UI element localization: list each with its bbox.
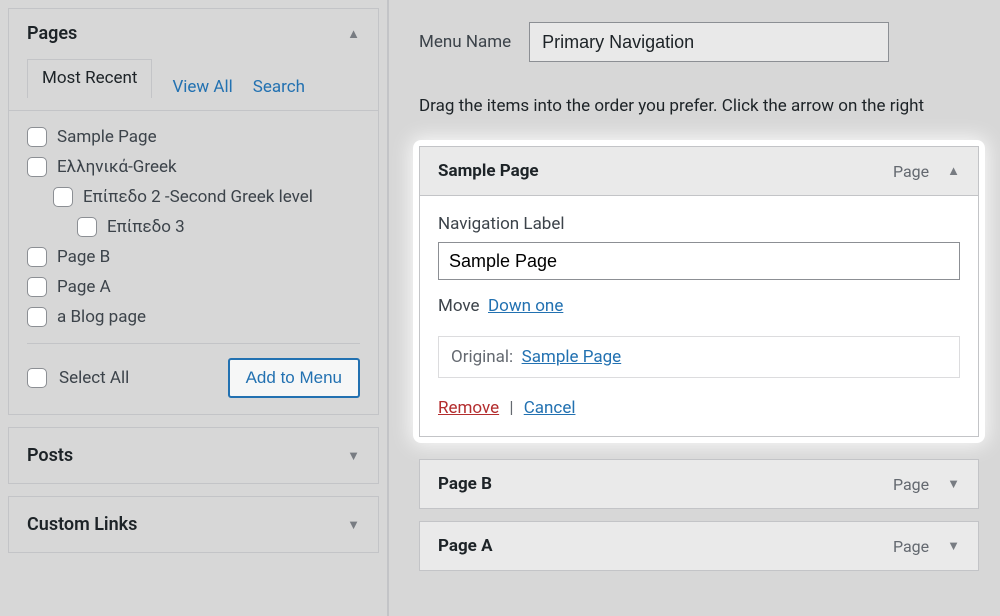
tab-most-recent[interactable]: Most Recent bbox=[27, 59, 152, 98]
tab-search[interactable]: Search bbox=[253, 77, 305, 97]
chevron-up-icon: ▲ bbox=[347, 26, 360, 42]
menu-item-sample-page: Sample Page Page ▲ Navigation Label Move… bbox=[419, 146, 979, 437]
menu-item-page-a: Page A Page ▼ bbox=[419, 521, 979, 571]
page-item-label: Επίπεδο 2 -Second Greek level bbox=[83, 187, 313, 207]
page-item[interactable]: Ελληνικά-Greek bbox=[27, 157, 360, 177]
menu-instructions: Drag the items into the order you prefer… bbox=[389, 82, 1000, 138]
metabox-pages-title: Pages bbox=[27, 23, 77, 44]
page-item[interactable]: Επίπεδο 2 -Second Greek level bbox=[53, 187, 360, 207]
nav-label-input[interactable] bbox=[438, 242, 960, 280]
page-item-label: Επίπεδο 3 bbox=[107, 217, 185, 237]
page-item[interactable]: a Blog page bbox=[27, 307, 360, 327]
menu-name-input[interactable] bbox=[529, 22, 889, 62]
menu-item-title: Page A bbox=[438, 536, 493, 556]
menu-item-title: Sample Page bbox=[438, 161, 539, 181]
original-box: Original: Sample Page bbox=[438, 336, 960, 378]
menu-item-toggle[interactable]: Sample Page Page ▲ bbox=[419, 146, 979, 196]
chevron-down-icon: ▼ bbox=[947, 476, 960, 492]
action-divider: | bbox=[509, 398, 513, 418]
pages-tabs: Most Recent View All Search bbox=[27, 58, 360, 97]
page-item-label: Ελληνικά-Greek bbox=[57, 157, 177, 177]
page-item[interactable]: Sample Page bbox=[27, 127, 360, 147]
checkbox-icon[interactable] bbox=[27, 127, 47, 147]
menu-item-toggle[interactable]: Page A Page ▼ bbox=[419, 521, 979, 571]
metabox-pages-toggle[interactable]: Pages ▲ bbox=[9, 9, 378, 58]
menu-item-toggle[interactable]: Page B Page ▼ bbox=[419, 459, 979, 509]
checkbox-icon[interactable] bbox=[27, 247, 47, 267]
remove-link[interactable]: Remove bbox=[438, 398, 499, 418]
metabox-posts-title: Posts bbox=[27, 445, 73, 466]
original-link[interactable]: Sample Page bbox=[522, 347, 622, 367]
metabox-posts: Posts ▼ bbox=[8, 427, 379, 484]
page-item-label: Sample Page bbox=[57, 127, 157, 147]
checkbox-icon[interactable] bbox=[53, 187, 73, 207]
metabox-custom-links: Custom Links ▼ bbox=[8, 496, 379, 553]
metabox-custom-links-title: Custom Links bbox=[27, 514, 137, 535]
page-item[interactable]: Page B bbox=[27, 247, 360, 267]
metabox-custom-links-toggle[interactable]: Custom Links ▼ bbox=[9, 497, 378, 552]
checkbox-icon[interactable] bbox=[77, 217, 97, 237]
menu-name-row: Menu Name bbox=[389, 0, 1000, 82]
move-label: Move bbox=[438, 296, 480, 316]
chevron-up-icon: ▲ bbox=[947, 163, 960, 179]
checkbox-icon[interactable] bbox=[27, 157, 47, 177]
menu-item-type: Page bbox=[893, 475, 929, 494]
page-item[interactable]: Επίπεδο 3 bbox=[77, 217, 360, 237]
page-item-label: a Blog page bbox=[57, 307, 146, 327]
menu-item-type: Page bbox=[893, 162, 929, 181]
page-item-label: Page A bbox=[57, 277, 111, 297]
original-label: Original: bbox=[451, 347, 513, 367]
move-down-link[interactable]: Down one bbox=[488, 296, 563, 316]
checkbox-icon[interactable] bbox=[27, 277, 47, 297]
pages-checklist: Sample Page Ελληνικά-Greek Επίπεδο 2 -Se… bbox=[27, 127, 360, 327]
select-all-label: Select All bbox=[59, 368, 129, 388]
tab-view-all[interactable]: View All bbox=[172, 77, 232, 97]
chevron-down-icon: ▼ bbox=[347, 517, 360, 533]
menu-item-type: Page bbox=[893, 537, 929, 556]
chevron-down-icon: ▼ bbox=[347, 448, 360, 464]
metabox-pages: Pages ▲ Most Recent View All Search Samp… bbox=[8, 8, 379, 415]
page-item[interactable]: Page A bbox=[27, 277, 360, 297]
page-item-label: Page B bbox=[57, 247, 110, 267]
chevron-down-icon: ▼ bbox=[947, 538, 960, 554]
menu-item-page-b: Page B Page ▼ bbox=[419, 459, 979, 509]
menu-item-title: Page B bbox=[438, 474, 492, 494]
nav-label-field-label: Navigation Label bbox=[438, 214, 960, 234]
cancel-link[interactable]: Cancel bbox=[524, 398, 576, 418]
metabox-posts-toggle[interactable]: Posts ▼ bbox=[9, 428, 378, 483]
add-to-menu-button[interactable]: Add to Menu bbox=[228, 358, 360, 398]
checkbox-icon[interactable] bbox=[27, 368, 47, 388]
menu-name-label: Menu Name bbox=[419, 32, 511, 52]
checkbox-icon[interactable] bbox=[27, 307, 47, 327]
select-all-toggle[interactable]: Select All bbox=[27, 368, 129, 388]
move-row: Move Down one bbox=[438, 296, 960, 316]
